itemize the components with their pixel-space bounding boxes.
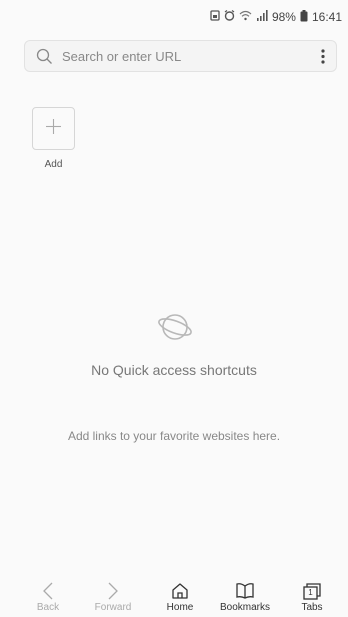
forward-button[interactable]: Forward: [83, 578, 143, 617]
home-icon: [150, 582, 210, 600]
forward-label: Forward: [94, 602, 132, 613]
alarm-icon: [224, 10, 235, 24]
more-vertical-icon[interactable]: [320, 48, 326, 70]
clock: 16:41: [311, 10, 342, 24]
chevron-right-icon: [83, 582, 143, 600]
tabs-label: Tabs: [301, 602, 323, 613]
add-shortcut-button[interactable]: [32, 107, 75, 150]
tab-count: 1: [308, 588, 313, 597]
bottom-nav: Back Forward Home Bookmarks 1 Tabs: [0, 578, 348, 617]
battery-icon: [300, 9, 308, 25]
empty-state-subtitle: Add links to your favorite websites here…: [67, 429, 281, 443]
search-icon: [36, 48, 53, 70]
back-button[interactable]: Back: [18, 578, 78, 617]
add-shortcut-label: Add: [44, 159, 63, 170]
home-button[interactable]: Home: [150, 578, 210, 617]
url-bar[interactable]: Search or enter URL: [24, 40, 337, 72]
bookmarks-button[interactable]: Bookmarks: [215, 578, 275, 617]
book-icon: [215, 582, 275, 600]
status-bar: 98% 16:41: [0, 0, 348, 34]
wifi-icon: [239, 10, 252, 24]
back-label: Back: [36, 602, 60, 613]
battery-percent: 98%: [271, 10, 296, 24]
url-bar-placeholder[interactable]: Search or enter URL: [62, 49, 181, 64]
sim-icon: [210, 10, 220, 24]
empty-state-title: No Quick access shortcuts: [91, 362, 257, 378]
planet-icon: [157, 309, 193, 350]
home-label: Home: [166, 602, 194, 613]
chevron-left-icon: [18, 582, 78, 600]
signal-icon: [256, 10, 268, 24]
tabs-icon: 1: [302, 582, 322, 600]
bookmarks-label: Bookmarks: [219, 602, 270, 613]
plus-icon: [45, 118, 62, 140]
tabs-button[interactable]: 1 Tabs: [282, 578, 342, 617]
